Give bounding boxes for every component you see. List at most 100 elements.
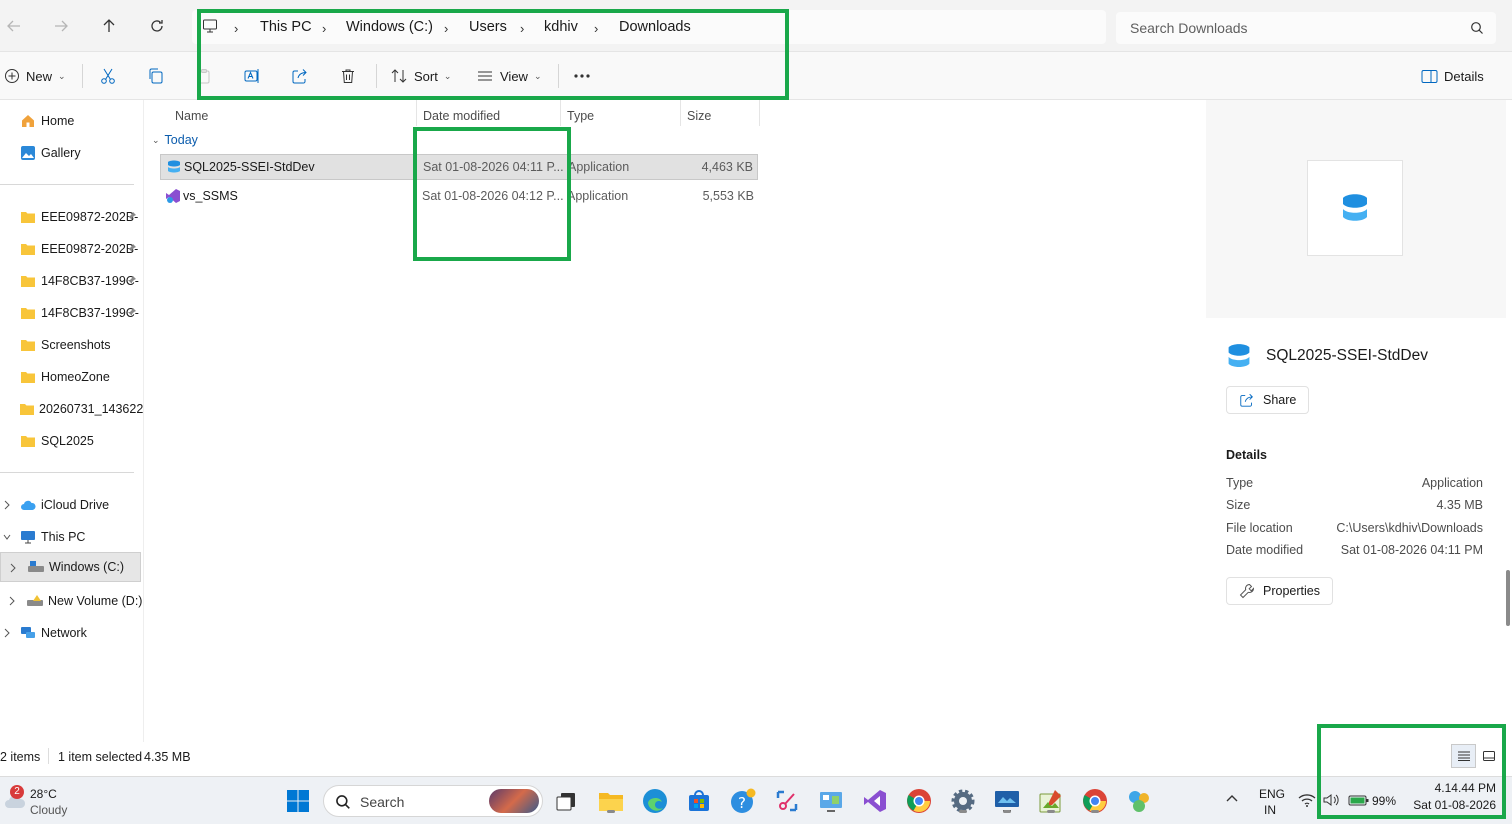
taskbar-visual-studio[interactable] <box>861 787 889 815</box>
copy-button[interactable] <box>147 64 165 88</box>
sidebar-item-pinned-folder[interactable]: 14F8CB37-199C- <box>0 298 141 328</box>
sidebar-item-network[interactable]: Network <box>0 618 141 648</box>
taskbar-remote-app[interactable] <box>993 787 1021 815</box>
column-header-date-modified[interactable]: Date modified <box>417 105 500 127</box>
taskbar-paint[interactable] <box>1037 787 1065 815</box>
sidebar-item-pinned-folder[interactable]: EEE09872-202B- <box>0 202 141 232</box>
new-button[interactable]: New ⌄ <box>4 64 66 88</box>
properties-button[interactable]: Properties <box>1226 577 1333 605</box>
taskbar-edge[interactable] <box>641 787 669 815</box>
taskbar-store[interactable] <box>685 787 713 815</box>
cut-button[interactable] <box>99 64 117 88</box>
monitor-icon[interactable] <box>202 18 218 34</box>
column-header-size[interactable]: Size <box>681 105 711 127</box>
chevron-down-icon[interactable] <box>3 532 11 542</box>
breadcrumb-downloads[interactable]: Downloads <box>619 19 691 35</box>
chevron-right-icon[interactable] <box>3 500 11 510</box>
chevron-up-icon[interactable] <box>1225 793 1239 803</box>
clock[interactable]: 4.14.44 PM Sat 01-08-2026 <box>1406 781 1496 812</box>
view-button[interactable]: View ⌄ <box>476 64 542 88</box>
sidebar-item-pinned-folder[interactable]: 14F8CB37-199C- <box>0 266 141 296</box>
taskbar-settings[interactable] <box>949 787 977 815</box>
delete-button[interactable] <box>339 64 357 88</box>
table-row[interactable]: SQL2025-SSEI-StdDev Sat 01-08-2026 04:11… <box>160 154 758 180</box>
language-indicator[interactable]: ENG <box>1259 787 1285 801</box>
weather-widget[interactable]: 2 28°C Cloudy <box>0 783 80 821</box>
sidebar-item-new-volume-d[interactable]: New Volume (D:) <box>0 586 142 616</box>
details-view-toggle[interactable] <box>1451 744 1476 768</box>
sidebar-item-label: Screenshots <box>41 338 111 352</box>
sql-server-icon <box>1343 194 1367 221</box>
chevron-right-icon[interactable]: › <box>594 21 598 36</box>
sidebar-item-home[interactable]: Home <box>0 106 141 136</box>
share-button[interactable] <box>291 64 309 88</box>
clipboard-icon <box>198 69 210 84</box>
folder-icon <box>19 272 37 290</box>
taskbar-task-view[interactable] <box>552 787 580 815</box>
column-header-name[interactable]: Name <box>169 105 208 127</box>
breadcrumb-this-pc[interactable]: This PC <box>260 19 312 35</box>
scrollbar-thumb[interactable] <box>1506 570 1510 626</box>
column-header-type[interactable]: Type <box>561 105 594 127</box>
active-indicator <box>607 810 615 813</box>
taskbar-file-explorer[interactable] <box>597 787 625 815</box>
chevron-right-icon[interactable] <box>3 628 11 638</box>
battery-icon[interactable] <box>1348 793 1370 807</box>
chevron-right-icon[interactable] <box>9 563 17 573</box>
file-type: Application <box>567 189 629 203</box>
forward-arrow-icon[interactable] <box>49 14 73 38</box>
rename-button[interactable] <box>243 64 261 88</box>
chevron-right-icon[interactable] <box>8 596 16 606</box>
up-arrow-icon[interactable] <box>97 14 121 38</box>
details-pane-button[interactable]: Details <box>1421 64 1484 88</box>
sidebar-item-label: Windows (C:) <box>49 560 125 574</box>
breadcrumb-users[interactable]: Users <box>469 19 507 35</box>
sidebar-item-screenshots[interactable]: Screenshots <box>0 330 141 360</box>
chevron-right-icon[interactable]: › <box>444 21 448 36</box>
taskbar-snipping-tool[interactable] <box>773 787 801 815</box>
sidebar-item-icloud-drive[interactable]: iCloud Drive <box>0 490 141 520</box>
breadcrumb[interactable]: › This PC › Windows (C:) › Users › kdhiv… <box>192 10 1106 44</box>
tiles-view-toggle[interactable] <box>1478 744 1500 768</box>
taskbar-chrome-profile[interactable] <box>1081 787 1109 815</box>
group-header-today[interactable]: ⌄ Today <box>152 133 198 147</box>
sidebar-item-label: SQL2025 <box>41 434 94 448</box>
share-button[interactable]: Share <box>1226 386 1310 414</box>
sidebar-item-pinned-folder[interactable]: EEE09872-202B- <box>0 234 141 264</box>
table-row[interactable]: vs_SSMS Sat 01-08-2026 04:12 P... Applic… <box>160 184 758 210</box>
breadcrumb-kdhiv[interactable]: kdhiv <box>544 19 578 35</box>
taskbar-search[interactable]: Search <box>323 785 543 817</box>
scissors-icon <box>101 68 115 84</box>
sidebar-item-homeozone[interactable]: HomeoZone <box>0 362 141 392</box>
chevron-right-icon[interactable]: › <box>520 21 524 36</box>
search-input[interactable]: Search Downloads <box>1130 20 1248 36</box>
sidebar-item-windows-c[interactable]: Windows (C:) <box>0 552 141 582</box>
wifi-icon[interactable] <box>1298 793 1316 807</box>
refresh-icon[interactable] <box>145 14 169 38</box>
sort-button[interactable]: Sort ⌄ <box>390 64 451 88</box>
search-icon[interactable] <box>1470 21 1484 35</box>
start-button[interactable] <box>284 787 312 815</box>
more-options-button[interactable] <box>572 64 592 88</box>
chevron-down-icon: ⌄ <box>152 134 160 145</box>
taskbar-control-panel[interactable] <box>817 787 845 815</box>
chevron-right-icon[interactable]: › <box>322 21 326 36</box>
sidebar-item-label: 14F8CB37-199C- <box>41 306 139 320</box>
paste-button[interactable] <box>195 64 213 88</box>
taskbar-app-extra[interactable] <box>1125 787 1153 815</box>
volume-icon[interactable] <box>1323 793 1341 807</box>
region-indicator[interactable]: IN <box>1264 803 1276 817</box>
sidebar-item-folder-20260731[interactable]: 20260731_143622 <box>0 394 143 424</box>
taskbar-chrome[interactable] <box>905 787 933 815</box>
search-box[interactable]: Search Downloads <box>1116 12 1496 44</box>
vertical-scrollbar[interactable] <box>1504 100 1512 742</box>
sidebar-item-this-pc[interactable]: This PC <box>0 522 141 552</box>
chevron-right-icon[interactable]: › <box>234 21 238 36</box>
breadcrumb-windows-c[interactable]: Windows (C:) <box>346 19 433 35</box>
back-arrow-icon[interactable] <box>2 14 26 38</box>
sidebar-item-sql2025[interactable]: SQL2025 <box>0 426 141 456</box>
sidebar-item-gallery[interactable]: Gallery <box>0 138 141 168</box>
list-view-icon <box>1457 751 1470 761</box>
taskbar-get-help[interactable]: ? <box>729 787 757 815</box>
column-divider[interactable] <box>759 100 760 126</box>
